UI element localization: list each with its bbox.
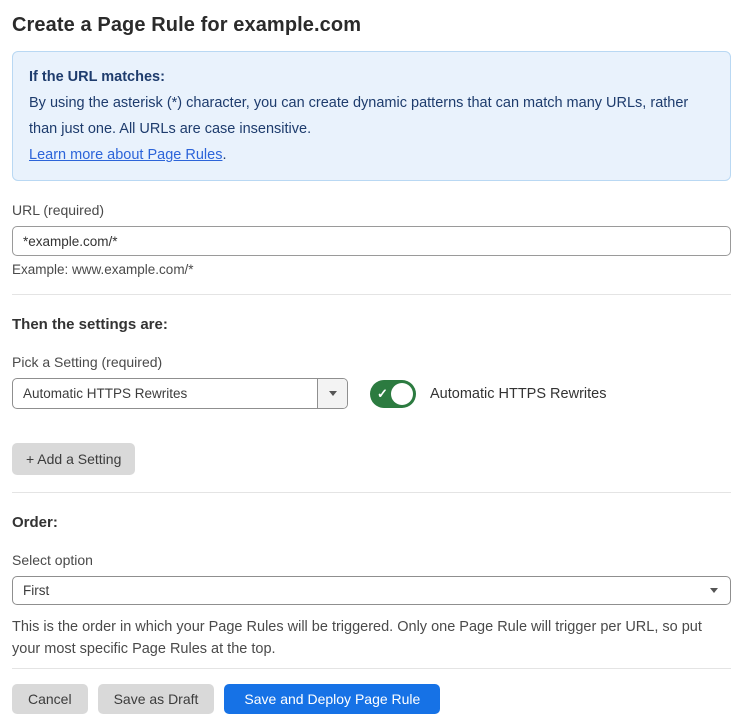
learn-more-link[interactable]: Learn more about Page Rules: [29, 147, 222, 163]
order-select[interactable]: First: [12, 576, 731, 605]
setting-dropdown-value: Automatic HTTPS Rewrites: [23, 386, 188, 401]
toggle-knob: [391, 382, 413, 405]
order-section-heading: Order:: [12, 514, 58, 531]
url-matches-info-box: If the URL matches: By using the asteris…: [12, 51, 731, 181]
chevron-down-icon: [328, 391, 337, 396]
automatic-https-rewrites-toggle[interactable]: ✓: [370, 379, 416, 408]
divider: [12, 294, 731, 295]
order-select-label: Select option: [12, 552, 93, 568]
setting-toggle-group: ✓ Automatic HTTPS Rewrites: [370, 379, 607, 408]
cancel-button[interactable]: Cancel: [12, 684, 88, 714]
create-page-rule-form: Create a Page Rule for example.com If th…: [0, 14, 743, 714]
order-helper-text: This is the order in which your Page Rul…: [12, 619, 702, 657]
checkmark-icon: ✓: [377, 385, 388, 401]
divider: [12, 668, 731, 669]
info-box-link-line: Learn more about Page Rules.: [29, 142, 714, 168]
pick-setting-label: Pick a Setting (required): [12, 354, 163, 370]
link-suffix: .: [222, 147, 227, 163]
toggle-label: Automatic HTTPS Rewrites: [430, 385, 607, 402]
page-title: Create a Page Rule for example.com: [12, 14, 362, 36]
add-setting-button[interactable]: + Add a Setting: [12, 443, 136, 475]
settings-section-heading: Then the settings are:: [12, 316, 168, 333]
order-select-value: First: [23, 583, 50, 598]
setting-dropdown[interactable]: Automatic HTTPS Rewrites: [12, 378, 348, 409]
url-helper-text: Example: www.example.com/*: [12, 262, 194, 277]
setting-row: Automatic HTTPS Rewrites ✓ Automatic HTT…: [12, 378, 731, 409]
save-as-draft-button[interactable]: Save as Draft: [97, 684, 215, 714]
url-field-label: URL (required): [12, 202, 105, 218]
save-and-deploy-button[interactable]: Save and Deploy Page Rule: [224, 684, 441, 714]
setting-dropdown-button[interactable]: [317, 379, 347, 408]
info-box-body: By using the asterisk (*) character, you…: [29, 95, 689, 137]
divider: [12, 492, 731, 493]
info-box-heading: If the URL matches:: [29, 69, 165, 85]
footer-actions: Cancel Save as Draft Save and Deploy Pag…: [12, 684, 731, 714]
chevron-down-icon: [710, 588, 718, 593]
url-input[interactable]: [12, 226, 731, 256]
